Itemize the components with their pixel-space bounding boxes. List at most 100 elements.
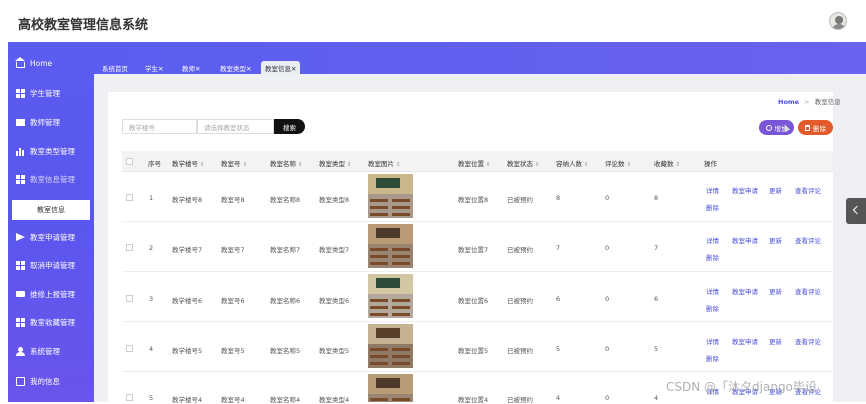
tab-students[interactable]: 学生✕ — [141, 61, 167, 74]
cell-building: 教学楼号4 — [172, 396, 203, 404]
sidebar-item-favorites[interactable]: 教室收藏管理 — [8, 308, 94, 336]
detail-link[interactable]: 详情 — [706, 336, 719, 346]
detail-link[interactable]: 详情 — [706, 185, 719, 195]
delete-link[interactable]: 删除 — [706, 353, 719, 363]
cell-index: 1 — [149, 194, 154, 202]
plus-circle-icon — [765, 124, 772, 131]
top-bar: 高校教室管理信息系统 — [0, 0, 866, 42]
update-link[interactable]: 更新 — [769, 286, 782, 296]
sidebar-item-home[interactable]: Home — [8, 49, 94, 77]
row-checkbox[interactable] — [126, 295, 133, 302]
cell-status: 已被预约 — [507, 246, 533, 254]
apply-link[interactable]: 教室申请 — [732, 336, 758, 346]
breadcrumb-current: 教室信息 — [814, 98, 841, 106]
view-comments-link[interactable]: 查看评论 — [795, 286, 821, 296]
collapse-handle[interactable] — [846, 198, 866, 224]
cell-capacity: 5 — [556, 345, 561, 353]
tab-teachers[interactable]: 教师✕ — [178, 61, 204, 74]
cell-room: 教室号8 — [221, 196, 245, 204]
sidebar-item-cancel-requests[interactable]: 取消申请管理 — [8, 251, 94, 279]
cell-building: 教学楼号5 — [172, 347, 203, 355]
sort-icon: ⇕ — [242, 162, 248, 168]
col-name[interactable]: 教室名称 ⇕ — [270, 158, 303, 168]
col-type[interactable]: 教室类型 ⇕ — [319, 158, 352, 168]
sidebar-item-label: Home — [30, 58, 53, 68]
col-label: 收藏数 — [654, 160, 674, 168]
update-link[interactable]: 更新 — [769, 185, 782, 195]
select-all-checkbox[interactable] — [126, 158, 133, 165]
cell-building: 教学楼号6 — [172, 297, 203, 305]
cell-capacity: 6 — [556, 295, 561, 303]
search-button[interactable]: 搜索 — [274, 119, 305, 134]
update-link[interactable]: 更新 — [769, 235, 782, 245]
row-checkbox[interactable] — [126, 345, 133, 352]
cell-comments: 0 — [605, 394, 610, 402]
col-room[interactable]: 教室号 ⇕ — [221, 158, 247, 168]
grid-icon — [16, 317, 25, 327]
app-title: 高校教室管理信息系统 — [18, 18, 149, 33]
sidebar-item-teachers[interactable]: 教师管理 — [8, 108, 94, 136]
monitor-icon — [16, 118, 25, 126]
cell-room: 教室号4 — [221, 396, 245, 404]
cell-name: 教室名称6 — [270, 297, 301, 305]
avatar[interactable] — [829, 12, 847, 30]
view-comments-link[interactable]: 查看评论 — [795, 185, 821, 195]
col-label: 教室状态 — [507, 160, 533, 168]
status-select[interactable]: 请选择教室状态 — [197, 119, 274, 134]
delete-link[interactable]: 删除 — [706, 252, 719, 262]
cell-type: 教室类型7 — [319, 246, 350, 254]
cell-status: 已被预约 — [507, 297, 533, 305]
cell-favorites: 8 — [654, 194, 659, 202]
classroom-photo — [368, 374, 413, 402]
row-checkbox[interactable] — [126, 244, 133, 251]
update-link[interactable]: 更新 — [769, 336, 782, 346]
col-favorites[interactable]: 收藏数 ⇕ — [654, 158, 680, 168]
breadcrumb-home[interactable]: Home — [778, 98, 799, 106]
sidebar-item-repairs[interactable]: 维修上报管理 — [8, 280, 94, 308]
cell-name: 教室名称8 — [270, 196, 301, 204]
cell-location: 教室位置5 — [458, 347, 489, 355]
detail-link[interactable]: 详情 — [706, 286, 719, 296]
cell-index: 3 — [149, 295, 154, 303]
col-status[interactable]: 教室状态 ⇕ — [507, 158, 540, 168]
apply-link[interactable]: 教室申请 — [732, 286, 758, 296]
delete-button[interactable]: 删除 — [798, 120, 833, 135]
cell-location: 教室位置8 — [458, 196, 489, 204]
col-comments[interactable]: 评论数 ⇕ — [605, 158, 631, 168]
cell-index: 4 — [149, 345, 154, 353]
col-photo[interactable]: 教室图片 ⇕ — [368, 158, 401, 168]
sidebar-item-label: 教师管理 — [30, 117, 60, 127]
col-label: 容纳人数 — [556, 160, 582, 168]
cell-favorites: 7 — [654, 244, 659, 252]
view-comments-link[interactable]: 查看评论 — [795, 235, 821, 245]
sidebar-item-room-info[interactable]: 教室信息管理 — [8, 165, 94, 193]
col-building[interactable]: 教学楼号 ⇕ — [172, 158, 205, 168]
cell-favorites: 5 — [654, 345, 659, 353]
classroom-photo — [368, 174, 413, 218]
delete-link[interactable]: 删除 — [706, 303, 719, 313]
col-capacity[interactable]: 容纳人数 ⇕ — [556, 158, 589, 168]
sidebar-item-room-types[interactable]: 教室类型管理 — [8, 137, 94, 165]
tab-room-types[interactable]: 教室类型✕ — [216, 61, 255, 74]
apply-link[interactable]: 教室申请 — [732, 235, 758, 245]
sidebar-item-system[interactable]: 系统管理 — [8, 337, 94, 365]
col-location[interactable]: 教室位置 ⇕ — [458, 158, 491, 168]
cell-building: 教学楼号8 — [172, 196, 203, 204]
tab-home[interactable]: 系统首页 — [98, 61, 132, 74]
sidebar-subitem-room-info[interactable]: 教室信息 — [12, 200, 90, 220]
sidebar-item-room-requests[interactable]: 教室申请管理 — [8, 223, 94, 251]
sidebar-item-students[interactable]: 学生管理 — [8, 79, 94, 107]
building-input[interactable]: 教学楼号 — [122, 119, 197, 134]
detail-link[interactable]: 详情 — [706, 235, 719, 245]
apply-link[interactable]: 教室申请 — [732, 185, 758, 195]
row-checkbox[interactable] — [126, 194, 133, 201]
delete-link[interactable]: 删除 — [706, 202, 719, 212]
watermark: CSDN @「沐夕django毕设 — [666, 380, 817, 394]
sidebar-item-label: 系统管理 — [30, 346, 60, 356]
col-label: 教室图片 — [368, 160, 394, 168]
row-checkbox[interactable] — [126, 394, 133, 401]
tab-room-info[interactable]: 教室信息✕ — [261, 61, 301, 74]
view-comments-link[interactable]: 查看评论 — [795, 336, 821, 346]
grid-icon — [16, 174, 25, 184]
sidebar-item-my-info[interactable]: 我的信息 — [8, 367, 94, 395]
